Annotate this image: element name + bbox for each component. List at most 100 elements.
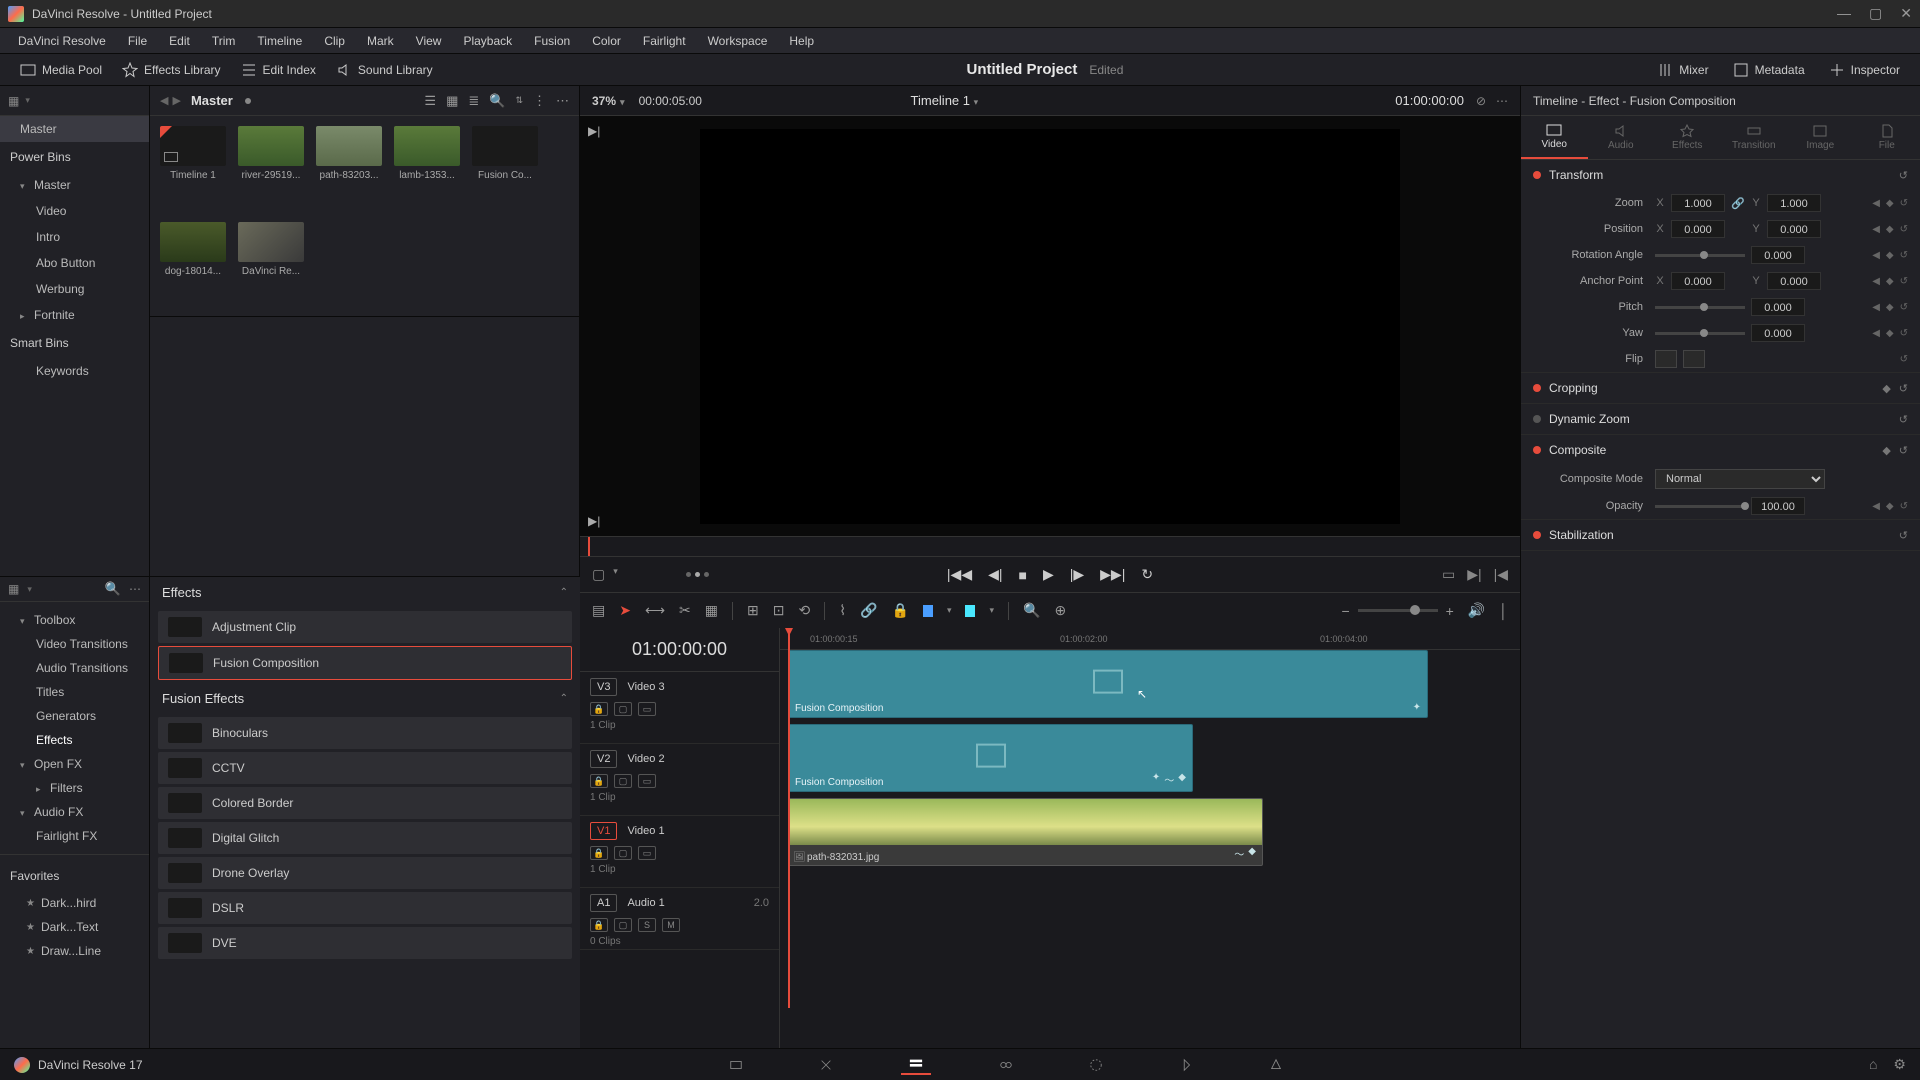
project-settings-icon[interactable]: ⚙ [1893,1056,1906,1073]
search-icon[interactable]: 🔍 [105,581,121,597]
timeline-ruler[interactable]: 01:00:00:15 01:00:02:00 01:00:04:00 [780,628,1520,650]
bin-intro[interactable]: Intro [0,224,149,250]
maximize-icon[interactable]: ▢ [1869,5,1882,22]
tab-effects[interactable]: Effects [1654,116,1721,159]
kf-prev-icon[interactable]: ◀ [1872,501,1880,512]
reset-icon[interactable]: ↺ [1899,382,1908,395]
fusion-effects-header[interactable]: Fusion Effects⌃ [150,683,580,714]
trim-tool-icon[interactable]: ⟷ [645,602,665,619]
kf-add-icon[interactable]: ◆ [1882,444,1890,457]
zoom-out-icon[interactable]: − [1341,603,1349,619]
snap-icon[interactable]: ⌇ [839,602,846,619]
reset-icon[interactable]: ↺ [1900,198,1908,209]
fav-1[interactable]: Dark...hird [0,891,149,915]
menu-edit[interactable]: Edit [159,31,200,51]
bin-master[interactable]: Master [0,116,149,142]
effect-colored-border[interactable]: Colored Border [158,787,572,819]
tab-file[interactable]: File [1854,116,1920,159]
flip-h-btn[interactable] [1655,350,1677,368]
tree-generators[interactable]: Generators [0,704,149,728]
track-head-v3[interactable]: V3Video 3 🔒▢▭ 1 Clip [580,672,779,744]
bin-abo[interactable]: Abo Button [0,250,149,276]
track-head-a1[interactable]: A1Audio 12.0 🔒▢SM 0 Clips [580,888,779,950]
home-icon[interactable]: ⌂ [1869,1056,1877,1073]
lock-track-icon[interactable]: 🔒 [590,702,608,716]
pos-x-input[interactable]: 0.000 [1671,220,1725,238]
dynamic-zoom-section[interactable]: Dynamic Zoom↺ [1521,404,1920,434]
bin-view-icon[interactable]: ▦ [8,94,19,108]
menu-trim[interactable]: Trim [202,31,246,51]
zoom-pct[interactable]: 37%▾ [592,94,625,108]
viewer-arrow-top-icon[interactable]: ▶| [588,124,600,138]
match-frame-icon[interactable]: ▭ [1442,566,1455,583]
menu-playback[interactable]: Playback [453,31,522,51]
timeline-name[interactable]: Timeline 1 ▾ [911,93,979,108]
panel-view-icon[interactable]: ▦ [8,582,19,596]
edit-index-btn[interactable]: Edit Index [231,58,326,82]
tab-transition[interactable]: Transition [1721,116,1788,159]
page-fusion-icon[interactable] [991,1055,1021,1075]
stop-icon[interactable]: ■ [1019,567,1027,583]
reset-icon[interactable]: ↺ [1899,413,1908,426]
effect-fusion-composition[interactable]: Fusion Composition [158,646,572,680]
bin-fortnite[interactable]: ▸Fortnite [0,302,149,328]
kf-add-icon[interactable]: ◆ [1886,328,1894,339]
menu-timeline[interactable]: Timeline [247,31,312,51]
find-icon[interactable]: 🔍 [1023,602,1040,619]
tl-menu-icon[interactable]: │ [1499,603,1508,619]
page-edit-icon[interactable] [901,1055,931,1075]
dropdown-icon[interactable]: ▾ [25,95,30,106]
tree-toolbox[interactable]: ▾Toolbox [0,608,149,632]
bin-keywords[interactable]: Keywords [0,358,149,384]
kf-add-icon[interactable]: ◆ [1886,501,1894,512]
menu-help[interactable]: Help [779,31,824,51]
insert-tool-icon[interactable]: ▦ [705,602,718,619]
auto-select-icon[interactable]: ▢ [614,918,632,932]
effect-digital-glitch[interactable]: Digital Glitch [158,822,572,854]
composite-mode-select[interactable]: Normal [1655,469,1825,489]
media-pool-btn[interactable]: Media Pool [10,58,112,82]
zoom-x-input[interactable]: 1.000 [1671,194,1725,212]
effect-drone-overlay[interactable]: Drone Overlay [158,857,572,889]
viewer-mode-drop-icon[interactable]: ▾ [613,566,618,583]
kf-add-icon[interactable]: ◆ [1886,198,1894,209]
reset-icon[interactable]: ↺ [1899,529,1908,542]
bypass-icon[interactable]: ⊘ [1476,94,1486,108]
effect-cctv[interactable]: CCTV [158,752,572,784]
pitch-input[interactable]: 0.000 [1751,298,1805,316]
page-color-icon[interactable] [1081,1055,1111,1075]
page-fairlight-icon[interactable] [1171,1055,1201,1075]
fav-3[interactable]: Draw...Line [0,939,149,963]
kf-add-icon[interactable]: ◆ [1886,276,1894,287]
metadata-btn[interactable]: Metadata [1723,58,1815,82]
page-deliver-icon[interactable] [1261,1055,1291,1075]
rotation-slider[interactable] [1655,254,1745,257]
search-icon[interactable]: 🔍 [489,93,505,109]
bin-video[interactable]: Video [0,198,149,224]
clip-path[interactable]: path-83203... [316,126,382,210]
opacity-slider[interactable] [1655,505,1745,508]
replace-clip-icon[interactable]: ⟲ [798,602,810,619]
track-head-v1[interactable]: V1Video 1 🔒▢▭ 1 Clip [580,816,779,888]
marker-blue-icon[interactable] [923,605,933,617]
audio-mute-icon[interactable]: 🔊 [1468,602,1485,619]
zoom-in-icon[interactable]: + [1446,603,1454,619]
fav-2[interactable]: Dark...Text [0,915,149,939]
view-thumb-icon[interactable]: ≣ [468,93,479,109]
kf-add-icon[interactable]: ◆ [1886,302,1894,313]
clip-path-v1[interactable]: 🖼 path-832031.jpg 〜◆ [788,798,1263,866]
composite-section[interactable]: Composite◆↺ [1521,435,1920,465]
panel-more-icon[interactable]: ⋯ [129,582,141,596]
lock-icon[interactable]: 🔒 [892,602,909,619]
opacity-input[interactable]: 100.00 [1751,497,1805,515]
clip-fusion[interactable]: Fusion Co... [472,126,538,210]
auto-select-icon[interactable]: ▢ [614,846,632,860]
cropping-section[interactable]: Cropping◆↺ [1521,373,1920,403]
clip-davinci[interactable]: DaVinci Re... [238,222,304,306]
loop-icon[interactable]: ↻ [1141,566,1153,583]
page-cut-icon[interactable] [811,1055,841,1075]
more-viewer-icon[interactable]: ⋯ [1496,94,1508,108]
rotation-input[interactable]: 0.000 [1751,246,1805,264]
selection-tool-icon[interactable]: ➤ [619,602,631,619]
effect-binoculars[interactable]: Binoculars [158,717,572,749]
